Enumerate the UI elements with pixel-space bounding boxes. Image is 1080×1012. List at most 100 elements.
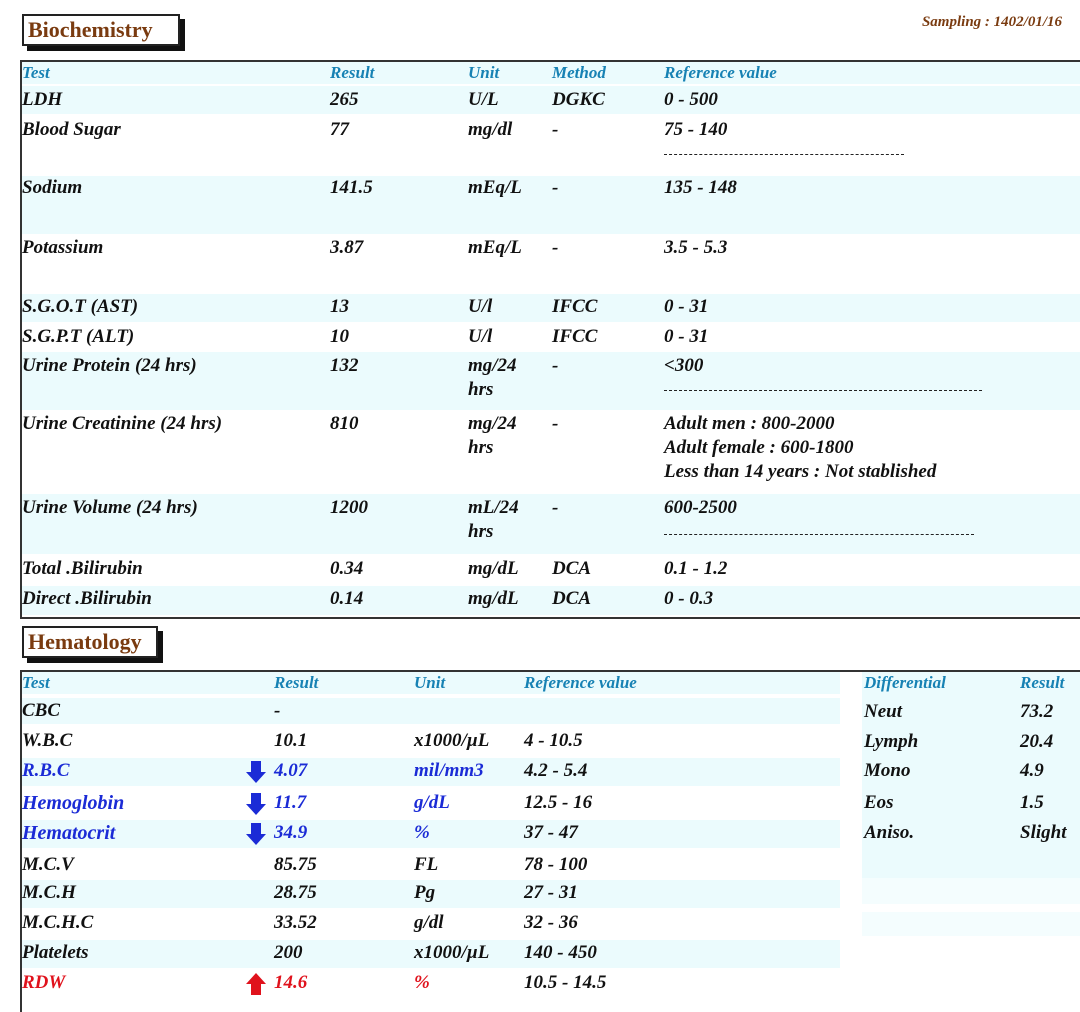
- header-method: Method: [552, 63, 606, 82]
- test-result: 33.52: [274, 912, 317, 933]
- test-ref: 0 - 500: [664, 89, 718, 110]
- table-row: M.C.V 85.75 FL 78 - 100: [22, 852, 840, 880]
- test-unit-line2: hrs: [468, 437, 494, 458]
- biochemistry-table: Test Result Unit Method Reference value …: [20, 60, 1080, 619]
- test-result: 0.14: [330, 588, 364, 609]
- differential-shade: [862, 912, 1080, 936]
- test-unit: mg/24: [468, 355, 517, 376]
- test-name: S.G.O.T (AST): [22, 296, 139, 317]
- header-result: Result: [274, 673, 319, 692]
- header-result: Result: [330, 63, 375, 82]
- test-name: Total .Bilirubin: [22, 558, 143, 579]
- test-result: 3.87: [330, 237, 364, 258]
- test-ref-line2: Adult female : 600-1800: [664, 437, 854, 458]
- test-unit: U/l: [468, 296, 493, 317]
- test-ref: 4.2 - 5.4: [524, 760, 588, 781]
- header-ref: Reference value: [524, 673, 637, 692]
- test-unit: mg/24: [468, 413, 517, 434]
- test-ref: 135 - 148: [664, 177, 737, 198]
- test-name: W.B.C: [22, 730, 73, 751]
- test-name: Hemoglobin: [22, 792, 125, 814]
- test-method: -: [552, 237, 559, 258]
- test-method: -: [552, 177, 559, 198]
- table-row: S.G.O.T (AST) 13 U/l IFCC 0 - 31: [22, 294, 1080, 322]
- divider: [664, 534, 974, 535]
- table-header: Test Result Unit Method Reference value: [22, 62, 1080, 84]
- header-unit: Unit: [414, 673, 446, 692]
- test-unit: mL/24: [468, 497, 519, 518]
- header-unit: Unit: [468, 63, 500, 82]
- table-row: R.B.C 4.07 mil/mm3 4.2 - 5.4: [22, 758, 840, 786]
- test-name: Platelets: [22, 942, 89, 963]
- test-method: -: [552, 355, 559, 376]
- divider: [664, 390, 982, 391]
- test-method: -: [552, 413, 559, 434]
- test-ref: 75 - 140: [664, 119, 728, 140]
- test-result: 85.75: [274, 854, 317, 875]
- header-test: Test: [22, 673, 50, 692]
- test-name: M.C.H: [22, 882, 76, 903]
- table-row: M.C.H.C 33.52 g/dl 32 - 36: [22, 910, 840, 938]
- test-name: Blood Sugar: [22, 119, 121, 140]
- table-row: M.C.H 28.75 Pg 27 - 31: [22, 880, 840, 908]
- table-row: Hemoglobin 11.7 g/dL 12.5 - 16: [22, 790, 840, 818]
- test-unit: Pg: [414, 882, 436, 903]
- test-name: Hematocrit: [22, 822, 116, 844]
- test-ref: 0.1 - 1.2: [664, 558, 728, 579]
- test-ref-line3: Less than 14 years : Not stablished: [664, 461, 937, 482]
- table-row: CBC -: [22, 698, 840, 724]
- test-ref: 78 - 100: [524, 854, 588, 875]
- test-unit: mEq/L: [468, 237, 522, 258]
- test-ref: 4 - 10.5: [524, 730, 583, 751]
- table-row: Blood Sugar 77 mg/dl - 75 - 140: [22, 116, 1080, 176]
- down-arrow-icon: [246, 793, 266, 815]
- test-result: 200: [274, 942, 303, 963]
- test-method: IFCC: [552, 296, 598, 317]
- differential-name: Neut: [864, 701, 902, 722]
- biochemistry-title: Biochemistry: [22, 14, 180, 46]
- test-unit: mg/dL: [468, 558, 519, 579]
- test-unit: g/dl: [414, 912, 444, 933]
- test-result: 0.34: [330, 558, 364, 579]
- header-ref: Reference value: [664, 63, 777, 82]
- table-row: Urine Protein (24 hrs) 132 mg/24 hrs - <…: [22, 352, 1080, 410]
- test-unit-line2: hrs: [468, 521, 494, 542]
- down-arrow-icon: [246, 823, 266, 845]
- test-ref: Adult men : 800-2000: [664, 413, 835, 434]
- test-name: Urine Volume (24 hrs): [22, 497, 198, 518]
- up-arrow-icon: [246, 973, 266, 995]
- table-row: Hematocrit 34.9 % 37 - 47: [22, 820, 840, 848]
- table-row: Urine Creatinine (24 hrs) 810 mg/24 hrs …: [22, 412, 1080, 494]
- test-unit: %: [414, 822, 430, 843]
- table-row: Platelets 200 x1000/µL 140 - 450: [22, 940, 840, 968]
- table-header: Test Result Unit Reference value: [22, 672, 840, 694]
- test-result: 141.5: [330, 177, 373, 198]
- test-method: -: [552, 497, 559, 518]
- test-ref: 600-2500: [664, 497, 737, 518]
- hematology-title: Hematology: [22, 626, 158, 658]
- differential-name: Aniso.: [864, 822, 915, 843]
- test-method: DCA: [552, 588, 592, 609]
- sampling-date: Sampling : 1402/01/16: [921, 14, 1062, 30]
- test-unit: mil/mm3: [414, 760, 484, 781]
- test-unit: FL: [414, 854, 439, 875]
- test-name: Sodium: [22, 177, 83, 198]
- test-name: Potassium: [22, 237, 104, 258]
- test-method: -: [552, 119, 559, 140]
- table-row: Sodium 141.5 mEq/L - 135 - 148: [22, 176, 1080, 234]
- test-ref: 32 - 36: [524, 912, 578, 933]
- header-test: Test: [22, 63, 50, 82]
- test-unit: U/L: [468, 89, 499, 110]
- test-ref: 0 - 31: [664, 296, 709, 317]
- differential-name: Lymph: [864, 731, 919, 752]
- table-row: RDW 14.6 % 10.5 - 14.5: [22, 970, 840, 998]
- differential-result: 4.9: [1020, 760, 1044, 781]
- test-result: 13: [330, 296, 349, 317]
- test-name: S.G.P.T (ALT): [22, 326, 135, 347]
- table-row: Potassium 3.87 mEq/L - 3.5 - 5.3: [22, 234, 1080, 294]
- test-unit: g/dL: [414, 792, 450, 813]
- differential-result: Slight: [1020, 822, 1067, 843]
- test-unit: mg/dl: [468, 119, 513, 140]
- test-result: 132: [330, 355, 359, 376]
- test-result: 1200: [330, 497, 368, 518]
